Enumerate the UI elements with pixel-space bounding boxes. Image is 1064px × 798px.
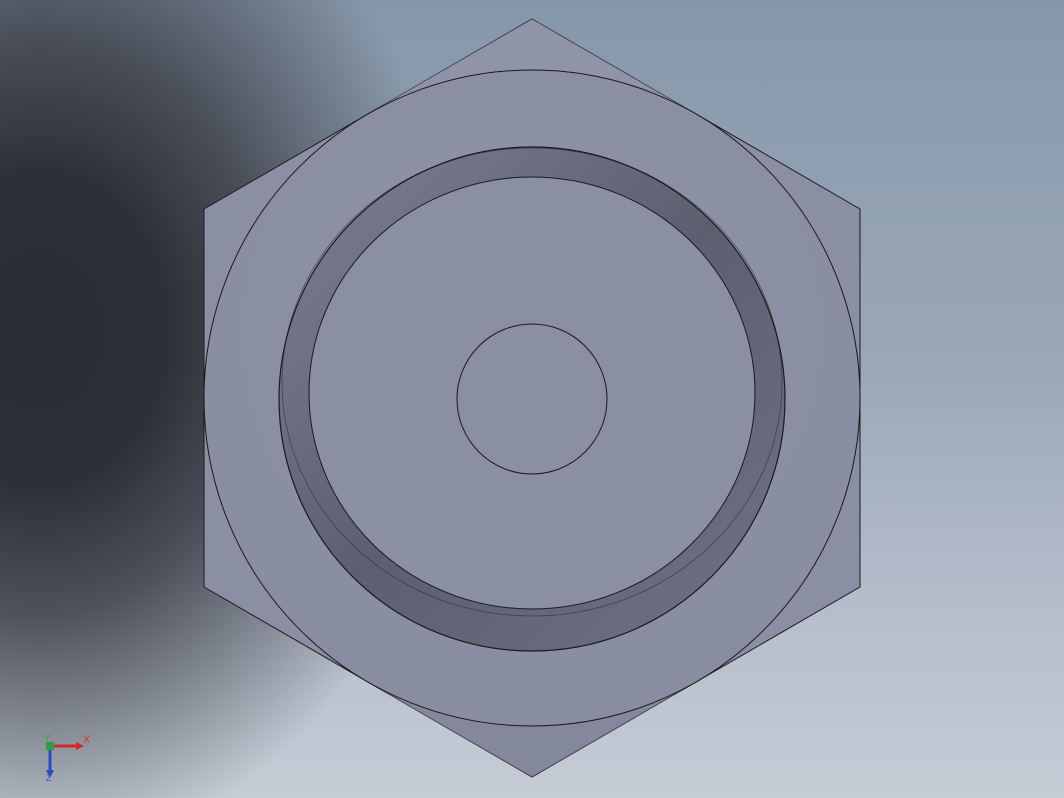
z-axis-label: Z [46, 773, 52, 783]
x-axis-label: X [83, 734, 91, 746]
y-axis-label: Y [44, 733, 51, 743]
hex-fitting-model[interactable] [0, 0, 1064, 798]
center-bore[interactable] [456, 323, 608, 475]
graphics-viewport[interactable]: X Y Z [0, 0, 1064, 798]
orientation-triad: X Y Z [40, 732, 100, 788]
